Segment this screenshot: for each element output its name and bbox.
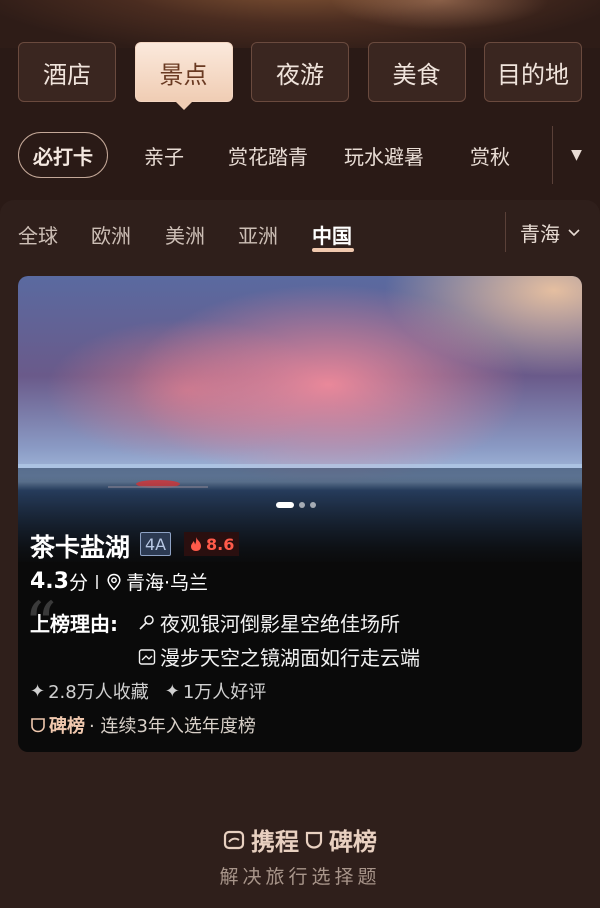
- theme-filter-row: 必打卡 亲子 赏花踏青 玩水避暑 赏秋 ▼: [18, 126, 600, 184]
- region-china[interactable]: 中国: [312, 220, 352, 249]
- sparkle-icon: ✦: [164, 680, 180, 702]
- rating-unit: 分: [68, 572, 88, 594]
- province-select-label: 青海: [520, 221, 560, 246]
- divider: [96, 574, 98, 589]
- stats-row: ✦ 2.8万人收藏 ✦ 1万人好评: [30, 678, 266, 704]
- attraction-card[interactable]: 茶卡盐湖 4A 8.6 4.3 分 青海·乌兰 “ 上榜理由: 夜观银河倒影星空…: [18, 276, 582, 752]
- carousel-dot: [310, 502, 316, 508]
- board-name: 碑榜: [49, 716, 85, 737]
- category-tabs: 酒店 景点 夜游 美食 目的地: [18, 42, 582, 110]
- scenery-icon: [138, 648, 156, 665]
- tab-night-tour[interactable]: 夜游: [251, 42, 349, 102]
- reason-text: 漫步天空之镜湖面如行走云端: [160, 646, 420, 670]
- region-tabs: 全球 欧洲 美洲 亚洲 中国 青海: [18, 212, 582, 256]
- theme-autumn[interactable]: 赏秋: [470, 141, 510, 170]
- active-region-indicator: [312, 248, 354, 252]
- reviews-stat: ✦ 1万人好评: [165, 678, 267, 704]
- theme-must-visit[interactable]: 必打卡: [18, 132, 108, 178]
- theme-flowers[interactable]: 赏花踏青: [228, 141, 308, 170]
- carousel-dot: [299, 502, 305, 508]
- reason-item: 夜观银河倒影星空绝佳场所: [138, 608, 400, 637]
- favorites-stat: ✦ 2.8万人收藏: [30, 678, 149, 704]
- reason-label: 上榜理由:: [30, 612, 118, 636]
- region-global[interactable]: 全球: [18, 220, 58, 249]
- level-badge: 4A: [140, 532, 172, 556]
- fire-icon: [191, 537, 201, 551]
- brand-logo: 携程 碑榜: [0, 822, 600, 857]
- ctrip-logo-icon: [223, 830, 245, 849]
- region-europe[interactable]: 欧洲: [91, 220, 131, 249]
- telescope-icon: [139, 614, 154, 630]
- reviews-text: 1万人好评: [182, 682, 267, 703]
- theme-water[interactable]: 玩水避暑: [344, 141, 424, 170]
- province-select[interactable]: 青海: [505, 212, 582, 252]
- shield-icon: [305, 831, 323, 849]
- region-asia[interactable]: 亚洲: [238, 220, 278, 249]
- heat-badge: 8.6: [184, 532, 240, 556]
- heat-value: 8.6: [206, 534, 235, 554]
- tab-attractions[interactable]: 景点: [134, 42, 233, 110]
- brand-name: 携程: [251, 828, 299, 856]
- location-pin-icon: [107, 573, 121, 591]
- carousel-dot: [276, 502, 294, 508]
- reason-text: 夜观银河倒影星空绝佳场所: [160, 612, 400, 636]
- attraction-name: 茶卡盐湖: [30, 533, 131, 562]
- expand-themes-button[interactable]: ▼: [552, 126, 600, 184]
- location-text: 青海·乌兰: [126, 572, 209, 594]
- board-note: · 连续3年入选年度榜: [89, 716, 256, 737]
- shield-icon: [31, 718, 45, 733]
- reason-item: 漫步天空之镜湖面如行走云端: [138, 642, 420, 671]
- slogan: 解决旅行选择题: [219, 866, 381, 888]
- tab-food[interactable]: 美食: [367, 42, 466, 102]
- tab-destination[interactable]: 目的地: [484, 42, 582, 102]
- board-row: 碑榜 · 连续3年入选年度榜: [30, 712, 256, 738]
- tab-hotel[interactable]: 酒店: [18, 42, 116, 102]
- chevron-down-icon: [568, 229, 580, 237]
- board-brand-name: 碑榜: [329, 828, 377, 856]
- carousel-dots: [276, 502, 316, 508]
- theme-family[interactable]: 亲子: [144, 141, 184, 170]
- top-decoration: [0, 0, 600, 48]
- region-americas[interactable]: 美洲: [165, 220, 205, 249]
- triangle-down-icon: ▼: [571, 147, 582, 163]
- favorites-text: 2.8万人收藏: [48, 682, 149, 703]
- sparkle-icon: ✦: [30, 680, 46, 702]
